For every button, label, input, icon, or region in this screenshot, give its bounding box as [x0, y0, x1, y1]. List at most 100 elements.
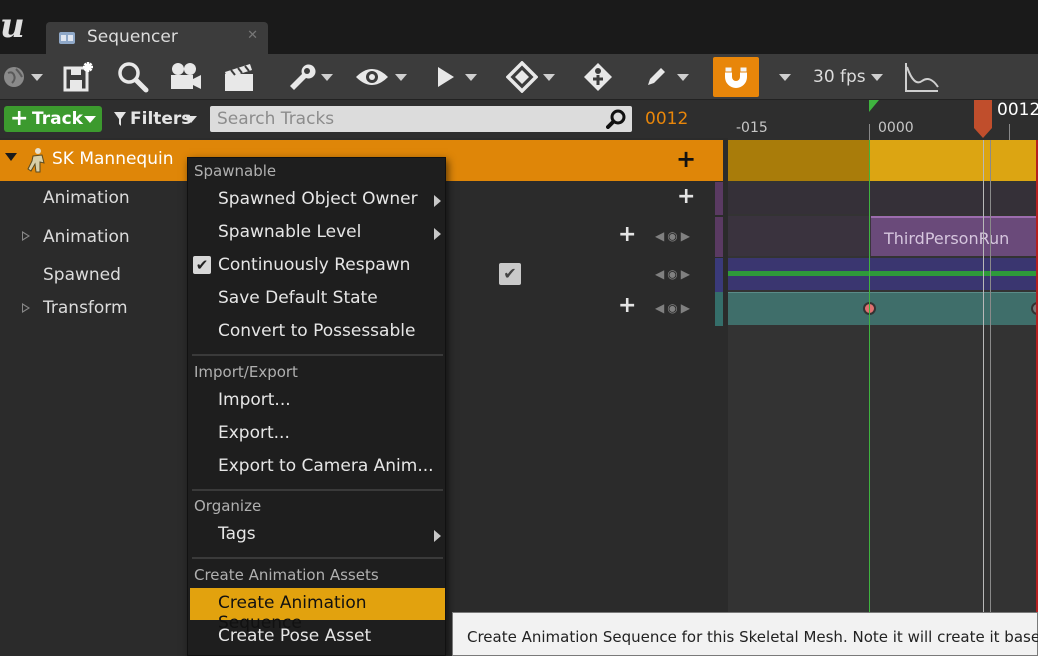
- curve-editor-icon: [905, 63, 939, 92]
- camera-button[interactable]: [168, 59, 204, 95]
- skeletal-mesh-icon: [27, 148, 45, 173]
- playhead-line: [983, 140, 984, 656]
- expand-arrow-icon[interactable]: [22, 303, 30, 313]
- menu-item-tags[interactable]: Tags: [190, 520, 445, 550]
- menu-separator: [192, 354, 443, 356]
- frame-rate-dropdown[interactable]: 30 fps: [813, 59, 883, 95]
- key-options-button[interactable]: [506, 59, 555, 95]
- edit-mode-button[interactable]: [644, 59, 689, 95]
- chevron-down-icon: [84, 116, 96, 123]
- chevron-down-icon: [185, 116, 197, 123]
- menu-item-label: Convert to Possessable: [218, 321, 416, 341]
- save-as-button[interactable]: [62, 59, 96, 95]
- key-navigation: ◀ ◉ ▶: [655, 301, 690, 315]
- next-key-icon[interactable]: ▶: [681, 267, 690, 281]
- general-options-button[interactable]: [286, 59, 333, 95]
- add-plus-icon[interactable]: +: [618, 293, 636, 318]
- menu-item-continuously-respawn[interactable]: ✔ Continuously Respawn: [190, 251, 445, 281]
- menu-item-label: Spawned Object Owner: [218, 189, 418, 209]
- menu-separator: [192, 557, 443, 559]
- actor-section-pre[interactable]: [728, 140, 869, 181]
- menu-item-create-pose-asset[interactable]: Create Pose Asset: [190, 622, 445, 652]
- ruler-tick: [869, 124, 870, 140]
- animation-section[interactable]: ThirdPersonRun: [871, 216, 1038, 256]
- menu-item-label: Import...: [218, 390, 291, 410]
- add-track-plus-icon[interactable]: +: [676, 145, 696, 173]
- tooltip: Create Animation Sequence for this Skele…: [452, 612, 1038, 656]
- world-button[interactable]: [2, 59, 43, 95]
- next-key-icon[interactable]: ▶: [681, 301, 690, 315]
- key-tag-button[interactable]: [582, 59, 614, 95]
- tab-bar: u Sequencer ✕: [0, 0, 1038, 54]
- fps-label: 30 fps: [813, 67, 866, 87]
- view-options-button[interactable]: [354, 59, 407, 95]
- tab-sequencer[interactable]: Sequencer ✕: [46, 22, 268, 54]
- sequencer-toolbar: 30 fps: [0, 54, 1038, 100]
- expand-arrow-icon[interactable]: [5, 153, 17, 161]
- add-key-icon[interactable]: ◉: [667, 229, 677, 243]
- current-frame-display[interactable]: 0012: [645, 109, 688, 129]
- play-icon: [438, 67, 454, 87]
- snap-toggle-button[interactable]: [713, 57, 759, 97]
- track-label: Animation: [43, 188, 130, 208]
- chevron-down-icon: [543, 73, 555, 81]
- menu-item-spawnable-level[interactable]: Spawnable Level: [190, 218, 445, 248]
- add-plus-icon[interactable]: +: [618, 222, 636, 247]
- spawned-checkbox[interactable]: ✔: [499, 263, 521, 285]
- spawned-bar: [728, 271, 1038, 276]
- filters-button[interactable]: Filters: [110, 106, 202, 132]
- menu-item-import[interactable]: Import...: [190, 386, 445, 416]
- add-track-button[interactable]: + Track: [4, 106, 102, 132]
- next-key-icon[interactable]: ▶: [681, 229, 690, 243]
- search-icon: [118, 62, 149, 93]
- add-plus-icon[interactable]: +: [677, 184, 695, 209]
- playhead-handle-icon[interactable]: [973, 100, 993, 138]
- curve-editor-button[interactable]: [902, 59, 940, 95]
- save-as-icon: [63, 62, 93, 92]
- menu-item-spawned-object-owner[interactable]: Spawned Object Owner: [190, 185, 445, 215]
- timeline-track-area[interactable]: ThirdPersonRun: [728, 140, 1038, 656]
- add-key-icon[interactable]: ◉: [667, 301, 677, 315]
- animation-track-lane[interactable]: [728, 183, 1038, 214]
- find-button[interactable]: [116, 59, 150, 95]
- chevron-down-icon: [870, 73, 883, 81]
- time-ruler[interactable]: -015 0000 0012: [728, 100, 1038, 140]
- previous-key-icon[interactable]: ◀: [655, 301, 664, 315]
- menu-item-export[interactable]: Export...: [190, 419, 445, 449]
- chevron-down-icon: [779, 73, 791, 81]
- menu-item-label: Spawnable Level: [218, 222, 362, 242]
- previous-key-icon[interactable]: ◀: [655, 267, 664, 281]
- ruler-label: -015: [736, 120, 768, 136]
- playback-options-button[interactable]: [436, 59, 477, 95]
- chevron-down-icon: [395, 73, 407, 81]
- menu-item-label: Continuously Respawn: [218, 255, 411, 275]
- add-key-icon[interactable]: ◉: [667, 267, 677, 281]
- checkmark-icon[interactable]: ✔: [193, 256, 211, 274]
- snap-options-button[interactable]: [774, 59, 791, 95]
- search-icon[interactable]: [606, 109, 628, 129]
- tooltip-text: Create Animation Sequence for this Skele…: [467, 628, 1038, 646]
- filter-funnel-icon: [114, 112, 126, 126]
- search-tracks-input[interactable]: [210, 106, 600, 132]
- ruler-tick: [1009, 124, 1010, 140]
- menu-item-save-default-state[interactable]: Save Default State: [190, 284, 445, 314]
- track-color-strip: [715, 258, 723, 292]
- menu-item-convert-to-possessable[interactable]: Convert to Possessable: [190, 317, 445, 347]
- plus-icon: +: [10, 106, 29, 131]
- menu-item-label: Export to Camera Anim...: [218, 456, 434, 476]
- expand-arrow-icon[interactable]: [22, 231, 30, 241]
- magnet-snap-icon: [724, 66, 748, 88]
- actor-section[interactable]: [869, 140, 1038, 181]
- render-movie-button[interactable]: [222, 59, 258, 95]
- playhead-frame-label: 0012: [997, 100, 1038, 120]
- menu-item-create-animation-sequence[interactable]: Create Animation Sequence: [190, 588, 445, 633]
- previous-key-icon[interactable]: ◀: [655, 229, 664, 243]
- close-icon[interactable]: ✕: [247, 28, 258, 43]
- menu-item-export-to-camera-anim[interactable]: Export to Camera Anim...: [190, 452, 445, 482]
- track-button-label: Track: [32, 109, 83, 129]
- transform-track-lane[interactable]: [728, 292, 1038, 325]
- key-navigation: ◀ ◉ ▶: [655, 229, 690, 243]
- unreal-logo-icon[interactable]: u: [0, 6, 30, 46]
- playhead-line: [990, 140, 991, 656]
- track-label: Spawned: [43, 265, 121, 285]
